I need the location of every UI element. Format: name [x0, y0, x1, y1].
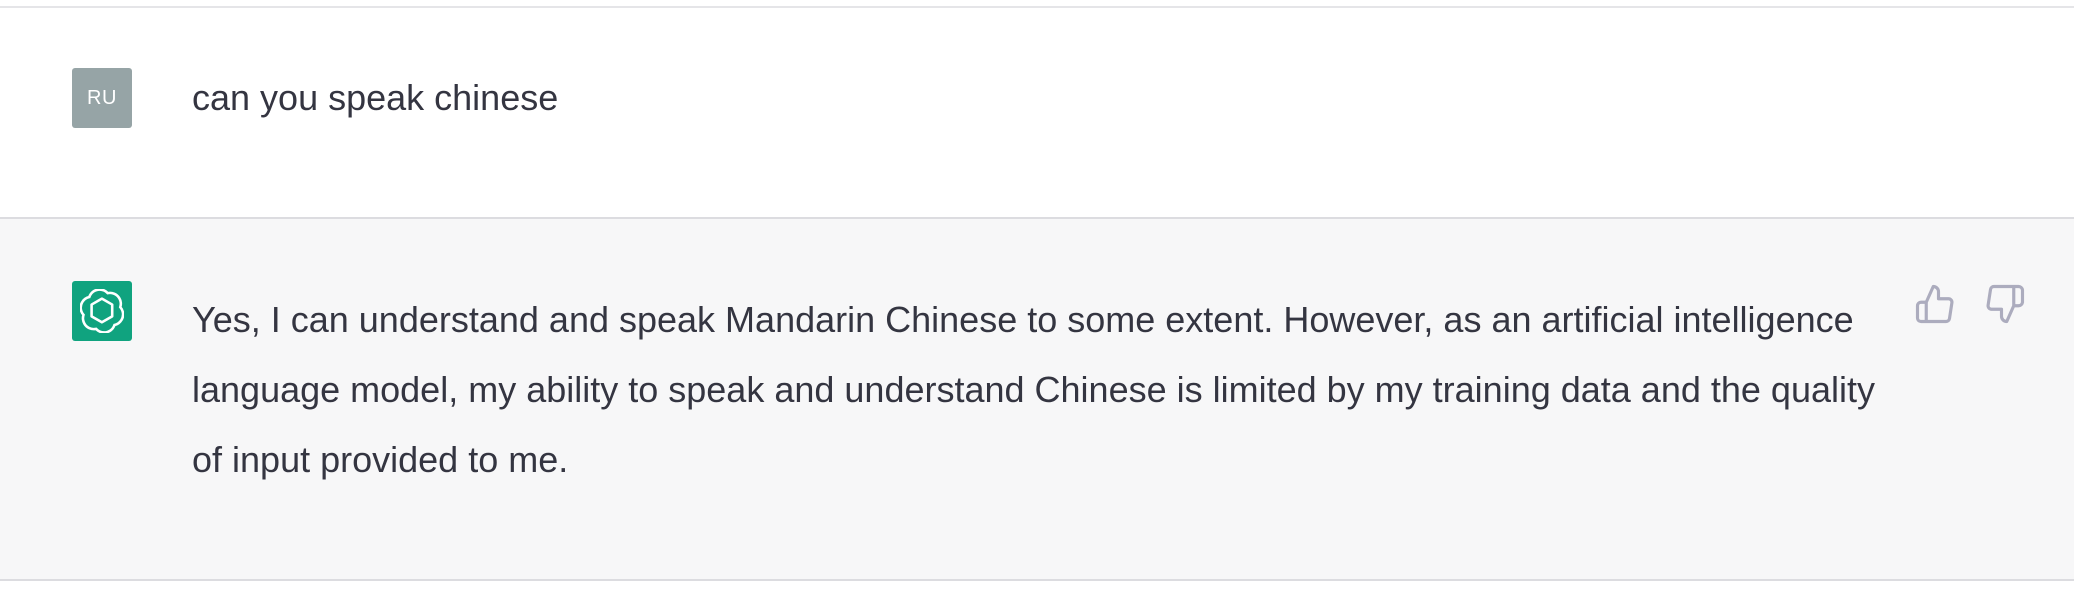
openai-logo-icon — [80, 289, 124, 333]
assistant-message-text: Yes, I can understand and speak Mandarin… — [192, 299, 1875, 480]
user-message-text: can you speak chinese — [192, 77, 559, 118]
feedback-controls — [1914, 283, 2026, 325]
user-message-row: RU can you speak chinese — [0, 8, 2074, 219]
assistant-avatar — [72, 281, 132, 341]
thumbs-up-icon[interactable] — [1914, 283, 1956, 325]
assistant-message-row: Yes, I can understand and speak Mandarin… — [0, 219, 2074, 581]
thumbs-down-icon[interactable] — [1984, 283, 2026, 325]
user-avatar: RU — [72, 68, 132, 128]
